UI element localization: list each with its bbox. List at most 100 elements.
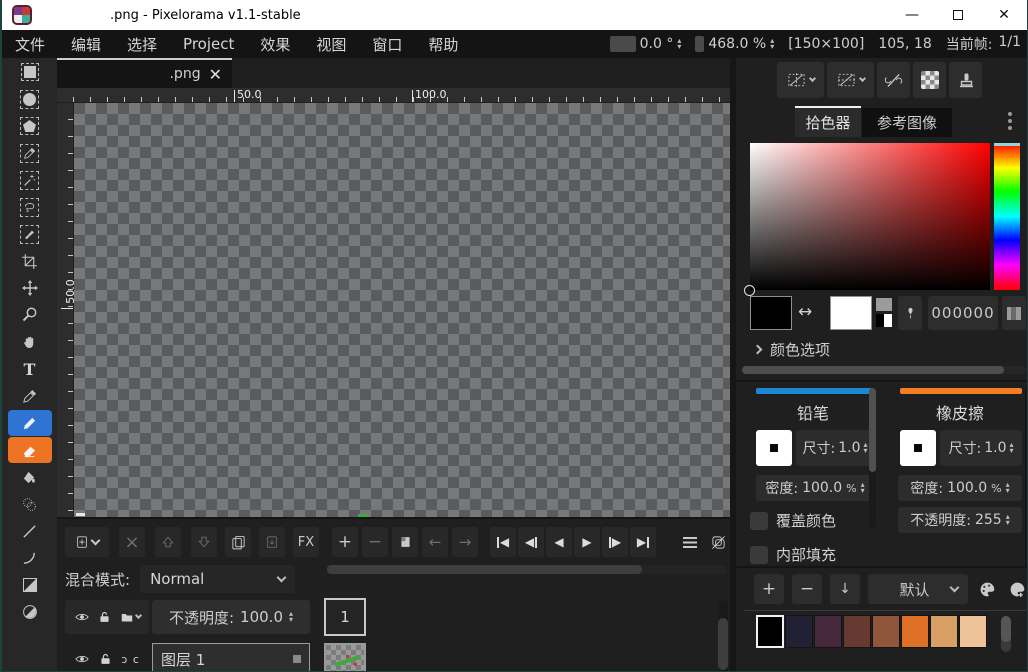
tool-magic-wand[interactable] bbox=[8, 167, 52, 193]
pencil-options-scrollbar[interactable] bbox=[869, 388, 876, 528]
lock-icon[interactable] bbox=[98, 610, 111, 624]
picker-hscrollbar[interactable] bbox=[742, 366, 1026, 374]
sv-cursor[interactable] bbox=[744, 285, 755, 296]
color-options-expander[interactable]: 颜色选项 bbox=[754, 339, 830, 360]
add-layer-button[interactable] bbox=[65, 527, 109, 557]
layer-name-cell[interactable]: 图层 1 bbox=[152, 643, 310, 672]
eraser-brush-preview[interactable] bbox=[900, 430, 936, 466]
hue-cursor[interactable] bbox=[994, 143, 1020, 146]
zoom-slider-handle[interactable] bbox=[695, 36, 704, 52]
panel-menu-icon[interactable] bbox=[1008, 112, 1012, 130]
tool-paint-select[interactable] bbox=[8, 221, 52, 247]
tool-color-select[interactable] bbox=[8, 140, 52, 166]
add-color-button[interactable]: + bbox=[754, 574, 784, 604]
palette-swatch-0[interactable] bbox=[756, 615, 784, 648]
onion-skinning-button[interactable] bbox=[705, 527, 731, 557]
palette-swatch-5[interactable] bbox=[901, 615, 929, 648]
tool-rectangle-select[interactable] bbox=[8, 59, 52, 85]
eye-icon[interactable] bbox=[74, 652, 90, 666]
secondary-color-swatch[interactable] bbox=[830, 296, 872, 330]
timeline-hscroll-thumb[interactable] bbox=[327, 565, 642, 574]
transparency-checker-button[interactable] bbox=[913, 62, 946, 98]
eye-icon[interactable] bbox=[74, 610, 90, 624]
first-frame-button[interactable]: ◀ bbox=[490, 527, 516, 557]
tool-eraser[interactable] bbox=[8, 437, 52, 463]
palette-vscrollbar[interactable] bbox=[1001, 616, 1011, 652]
tool-shading[interactable] bbox=[8, 491, 52, 517]
merge-down-button[interactable] bbox=[259, 527, 285, 557]
overwrite-color-checkbox[interactable]: 覆盖颜色 bbox=[750, 510, 836, 531]
clone-layer-button[interactable] bbox=[225, 527, 251, 557]
zoom-spinner[interactable]: 468.0 % ▴▾ bbox=[695, 36, 774, 52]
copy-frame-button[interactable] bbox=[392, 527, 418, 557]
blend-mode-dropdown[interactable]: Normal bbox=[140, 565, 295, 593]
primary-color-swatch[interactable] bbox=[750, 296, 792, 330]
mirror-x-button[interactable] bbox=[777, 62, 824, 98]
tool-ellipse-select[interactable] bbox=[8, 86, 52, 112]
link-cels-icon[interactable]: ɔ c bbox=[121, 653, 140, 666]
layer-opacity-spinner[interactable]: 不透明度: 100.0 ▴▾ bbox=[152, 600, 310, 634]
tool-crop[interactable] bbox=[8, 248, 52, 274]
menu-project[interactable]: Project bbox=[170, 30, 247, 58]
last-frame-button[interactable]: ▶ bbox=[630, 527, 656, 557]
tool-zoom[interactable] bbox=[8, 302, 52, 328]
move-frame-right-button[interactable]: → bbox=[452, 527, 478, 557]
pencil-size-spinner[interactable]: 尺寸: 1.0 ▴▾ bbox=[796, 430, 874, 466]
canvas-hscroll-thumb[interactable] bbox=[76, 513, 85, 516]
tab-png[interactable]: .png ✕ bbox=[57, 58, 232, 88]
tool-text[interactable]: T bbox=[8, 356, 52, 382]
play-button[interactable]: ▶ bbox=[574, 527, 600, 557]
remove-frame-button[interactable]: − bbox=[362, 527, 388, 557]
timeline-settings-button[interactable] bbox=[677, 527, 703, 557]
menu-select[interactable]: 选择 bbox=[114, 30, 170, 58]
menu-help[interactable]: 帮助 bbox=[415, 30, 471, 58]
pencil-brush-preview[interactable] bbox=[756, 430, 792, 466]
hex-color-input[interactable]: 000000 bbox=[928, 296, 998, 330]
menu-effects[interactable]: 效果 bbox=[247, 30, 303, 58]
menu-edit[interactable]: 编辑 bbox=[58, 30, 114, 58]
tool-line[interactable] bbox=[8, 518, 52, 544]
swap-colors-icon[interactable]: ↔ bbox=[798, 302, 812, 322]
palette-swatch-3[interactable] bbox=[843, 615, 871, 648]
close-button[interactable]: ✕ bbox=[981, 0, 1027, 30]
frame-button-1[interactable]: 1 bbox=[324, 598, 366, 636]
cel-group-button[interactable] bbox=[120, 611, 141, 623]
tool-ellipse[interactable] bbox=[8, 599, 52, 625]
menu-file[interactable]: 文件 bbox=[2, 30, 58, 58]
palette-swatch-6[interactable] bbox=[930, 615, 958, 648]
remove-color-button[interactable]: − bbox=[792, 574, 822, 604]
picker-hscroll-thumb[interactable] bbox=[742, 366, 1004, 374]
rotation-spin-arrows-icon[interactable]: ▴▾ bbox=[677, 38, 681, 50]
stamp-button[interactable] bbox=[949, 62, 982, 98]
tab-color-picker[interactable]: 拾色器 bbox=[795, 106, 861, 137]
palette-swatch-1[interactable] bbox=[785, 615, 813, 648]
menu-window[interactable]: 窗口 bbox=[359, 30, 415, 58]
tool-color-picker[interactable] bbox=[8, 383, 52, 409]
tool-lasso[interactable] bbox=[8, 194, 52, 220]
minimize-button[interactable]: — bbox=[889, 0, 935, 30]
mirror-y-button[interactable] bbox=[827, 62, 874, 98]
sort-palette-button[interactable]: ↓ bbox=[830, 574, 860, 604]
tool-curve[interactable] bbox=[8, 545, 52, 571]
layer-expand-handle[interactable] bbox=[293, 655, 301, 663]
move-frame-left-button[interactable]: ← bbox=[422, 527, 448, 557]
rotation-spinner[interactable]: 0.0 ° ▴▾ bbox=[610, 36, 682, 52]
eraser-opacity-spinner[interactable]: 不透明度: 255 ▴▾ bbox=[898, 507, 1022, 533]
add-frame-button[interactable]: + bbox=[332, 527, 358, 557]
play-backwards-button[interactable]: ◀ bbox=[546, 527, 572, 557]
color-mode-swatches[interactable] bbox=[876, 298, 892, 328]
timeline-vscroll-thumb[interactable] bbox=[718, 618, 728, 670]
new-palette-button[interactable] bbox=[1004, 574, 1028, 604]
pencil-density-spinner[interactable]: 密度: 100.0 % ▴▾ bbox=[756, 475, 874, 501]
next-frame-button[interactable]: ▶ bbox=[602, 527, 628, 557]
previous-frame-button[interactable]: ◀ bbox=[518, 527, 544, 557]
timeline-vscrollbar[interactable] bbox=[718, 600, 728, 672]
ruler-vertical[interactable]: 50.0 bbox=[57, 103, 74, 517]
tool-bucket[interactable] bbox=[8, 464, 52, 490]
tool-rectangle[interactable] bbox=[8, 572, 52, 598]
tool-pencil[interactable] bbox=[8, 410, 52, 436]
fill-inside-checkbox[interactable]: 内部填充 bbox=[750, 544, 836, 565]
tool-pan[interactable] bbox=[8, 329, 52, 355]
timeline-hscrollbar[interactable] bbox=[327, 565, 727, 574]
menu-view[interactable]: 视图 bbox=[303, 30, 359, 58]
